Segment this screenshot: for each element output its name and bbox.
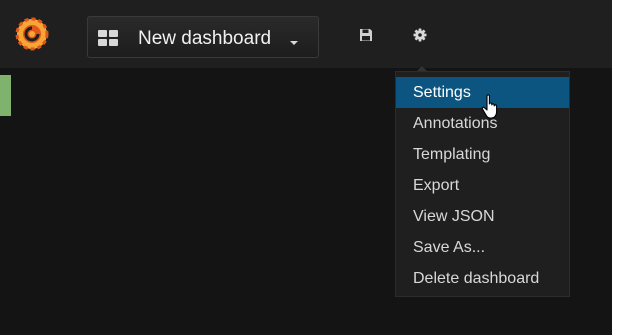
menu-item-export[interactable]: Export: [396, 170, 569, 201]
menu-item-view-json[interactable]: View JSON: [396, 201, 569, 232]
grid-icon: [98, 30, 118, 46]
app-frame: New dashboard Settings Annotations Templ…: [0, 0, 612, 335]
gear-icon[interactable]: [413, 28, 427, 42]
menu-item-save-as[interactable]: Save As...: [396, 232, 569, 263]
row-accent-bar[interactable]: [0, 75, 11, 116]
grafana-logo-icon[interactable]: [14, 16, 50, 52]
save-icon[interactable]: [359, 28, 373, 42]
hand-cursor-icon: [481, 94, 498, 119]
dashboard-title: New dashboard: [138, 28, 272, 49]
caret-down-icon: [290, 41, 298, 45]
dashboard-picker-button[interactable]: New dashboard: [87, 16, 319, 58]
top-navbar: New dashboard: [0, 0, 612, 68]
side-watermark: [614, 300, 624, 333]
menu-item-templating[interactable]: Templating: [396, 139, 569, 170]
menu-item-delete-dashboard[interactable]: Delete dashboard: [396, 263, 569, 294]
